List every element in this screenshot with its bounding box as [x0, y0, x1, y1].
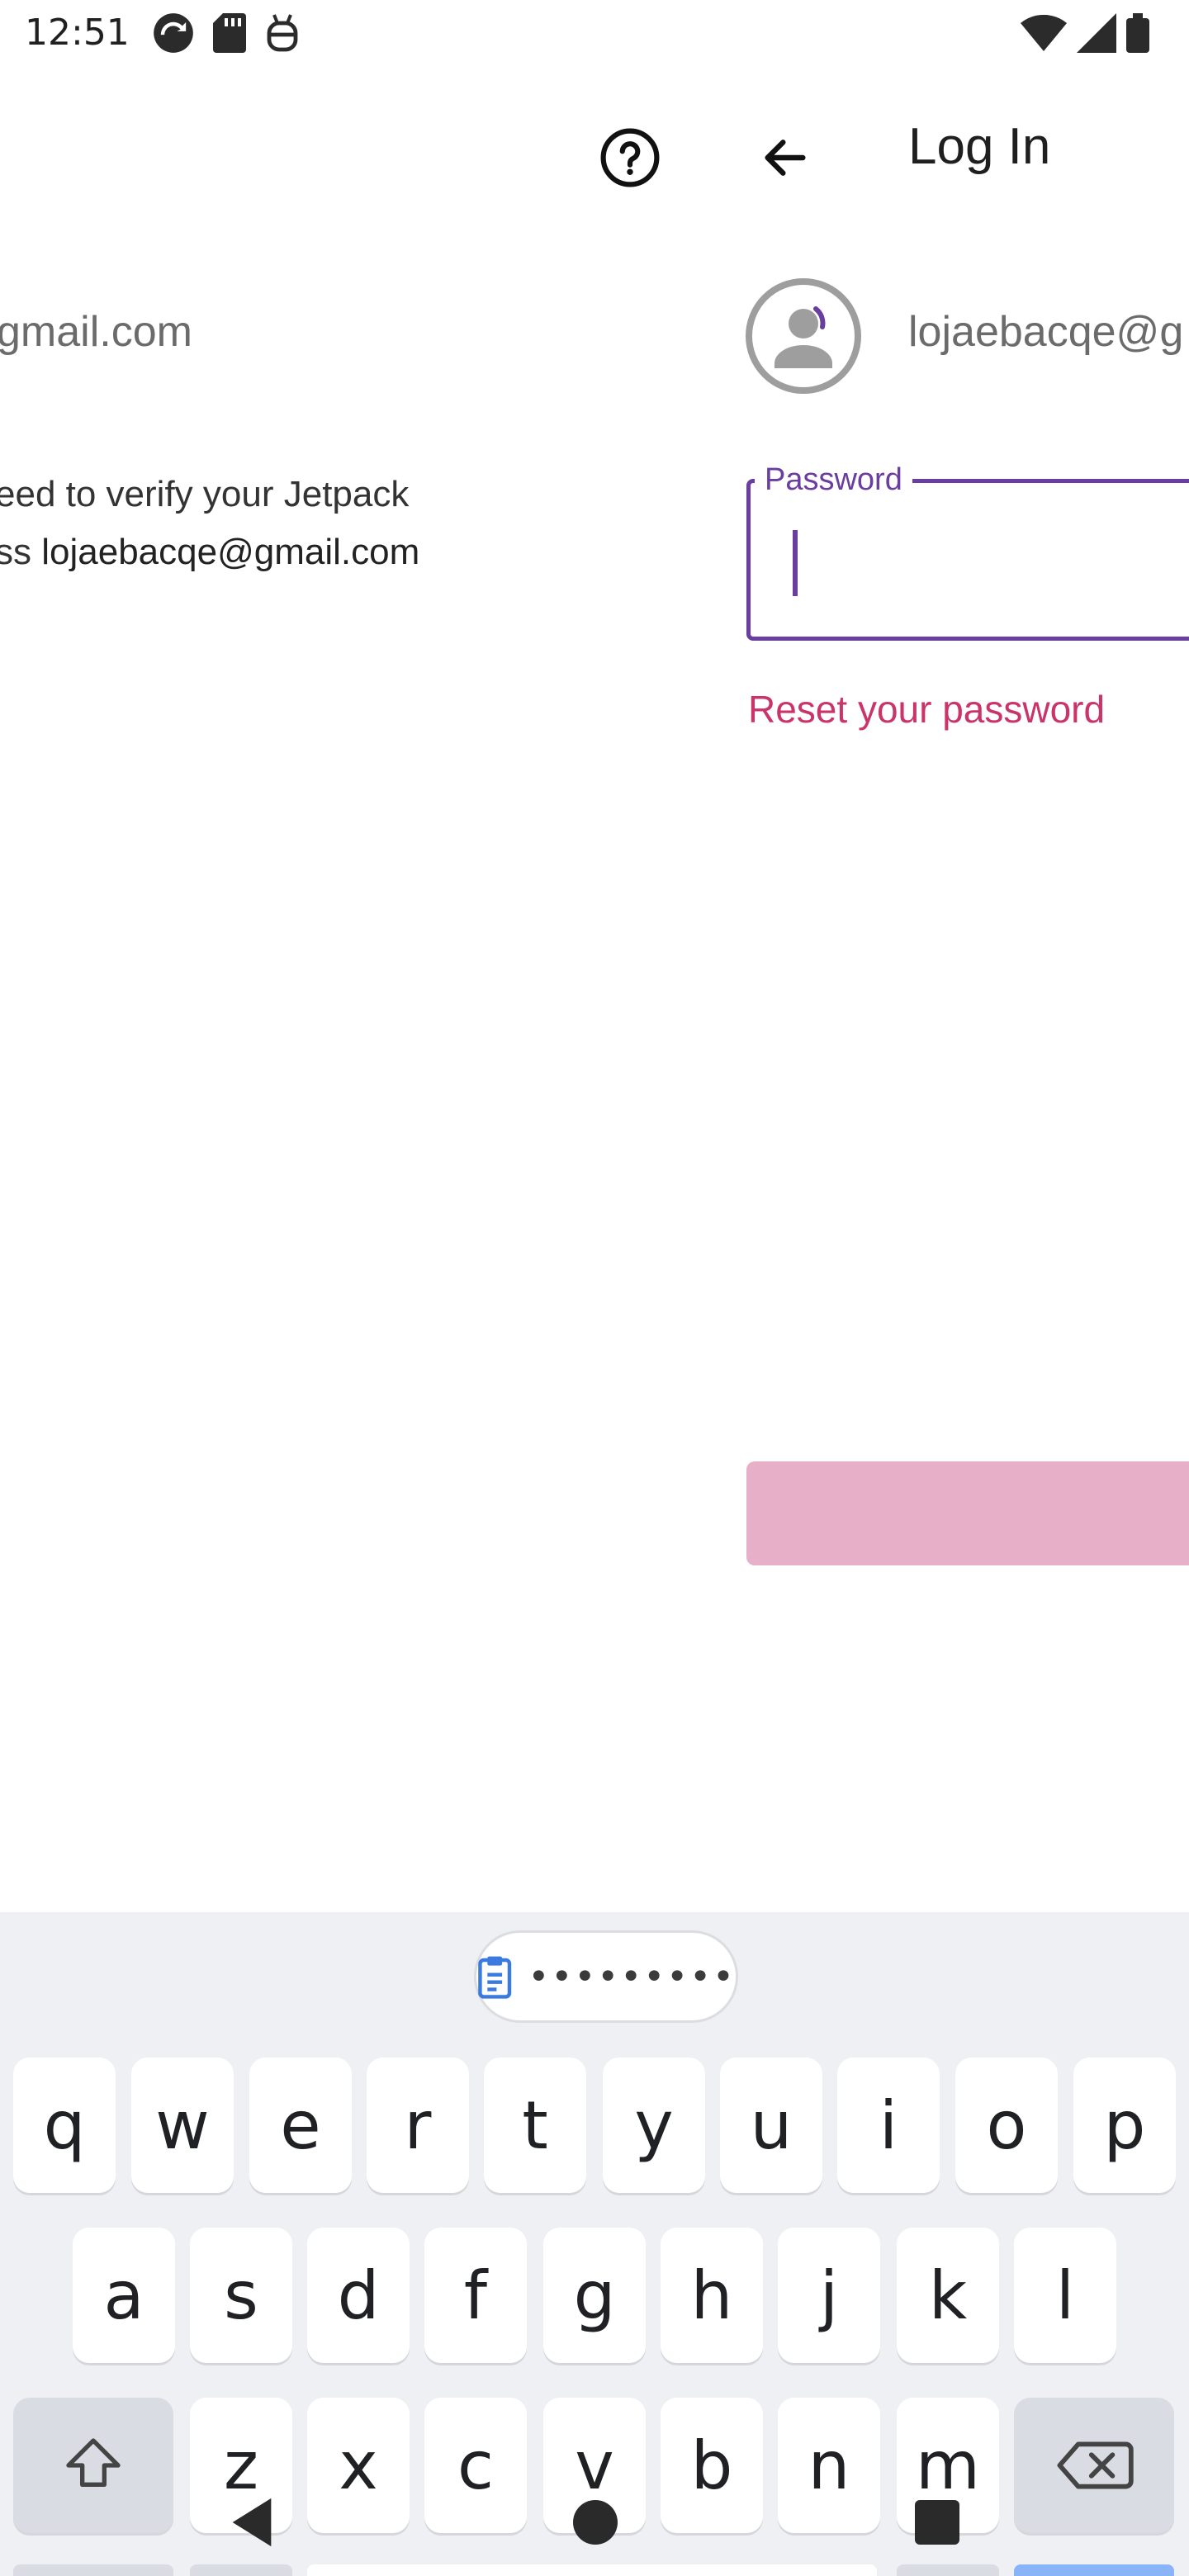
verify-description-line1: eed to verify your Jetpack [0, 474, 410, 514]
system-navigation-bar [0, 2477, 1189, 2576]
status-bar: 12:51 [0, 0, 1189, 71]
bottom-row-key-edge [190, 2564, 292, 2576]
password-field[interactable] [746, 479, 1189, 641]
status-system-icons [1021, 13, 1149, 53]
nav-back-icon[interactable] [223, 2493, 281, 2551]
nav-home-icon[interactable] [573, 2500, 618, 2545]
key-s[interactable]: s [190, 2228, 292, 2363]
status-time: 12:51 [25, 12, 130, 54]
enter-key-edge [1014, 2564, 1174, 2576]
signal-icon [1077, 13, 1116, 53]
reset-password-link[interactable]: Reset your password [748, 687, 1105, 732]
key-j[interactable]: j [778, 2228, 880, 2363]
account-email: lojaebacqe@g [908, 308, 1184, 356]
key-e[interactable]: e [249, 2057, 352, 2193]
key-k[interactable]: k [897, 2228, 999, 2363]
nav-recents-icon[interactable] [915, 2500, 959, 2545]
clipboard-icon [478, 1956, 512, 1999]
sync-icon [154, 13, 193, 53]
key-u[interactable]: u [720, 2057, 822, 2193]
key-r[interactable]: r [367, 2057, 469, 2193]
verify-description-line2: ss lojaebacqe@gmail.com [0, 523, 419, 581]
key-y[interactable]: y [603, 2057, 705, 2193]
back-button[interactable] [750, 122, 821, 193]
key-h[interactable]: h [661, 2228, 763, 2363]
key-l[interactable]: l [1014, 2228, 1116, 2363]
text-caret [793, 530, 798, 596]
verify-description-email: lojaebacqe@gmail.com [41, 532, 420, 572]
space-bar-edge [307, 2564, 877, 2576]
battery-icon [1126, 13, 1149, 53]
bottom-row-key-edge [897, 2564, 999, 2576]
clipboard-suggestion-chip[interactable]: ••••••••• [474, 1930, 738, 2023]
wifi-icon [1021, 15, 1067, 51]
key-q[interactable]: q [13, 2057, 116, 2193]
continue-button[interactable] [746, 1461, 1189, 1565]
previous-screen-panel: gmail.com eed to verify your Jetpack ss … [0, 71, 710, 1912]
clipboard-preview-text: ••••••••• [528, 1955, 736, 1998]
key-g[interactable]: g [543, 2228, 646, 2363]
help-circle-icon [600, 128, 660, 187]
password-label: Password [755, 462, 912, 498]
user-avatar-icon [746, 278, 861, 394]
key-a[interactable]: a [73, 2228, 175, 2363]
page-title: Log In [908, 118, 1051, 175]
help-button[interactable] [594, 122, 666, 193]
verify-description-prefix: ss [0, 532, 31, 572]
key-t[interactable]: t [484, 2057, 586, 2193]
status-notification-icons [152, 12, 301, 54]
login-panel: Log In lojaebacqe@g Password Reset your … [710, 71, 1189, 1912]
key-p[interactable]: p [1073, 2057, 1176, 2193]
key-w[interactable]: w [131, 2057, 234, 2193]
avatar [745, 277, 862, 395]
key-i[interactable]: i [837, 2057, 940, 2193]
email-text: gmail.com [0, 308, 192, 356]
key-f[interactable]: f [424, 2228, 527, 2363]
sd-card-icon [213, 13, 246, 53]
key-d[interactable]: d [307, 2228, 410, 2363]
bottom-row-key-edge [13, 2564, 173, 2576]
arrow-back-icon [765, 140, 806, 176]
android-debug-icon [267, 14, 298, 52]
verify-description: eed to verify your Jetpack ss lojaebacqe… [0, 466, 419, 581]
key-o[interactable]: o [955, 2057, 1058, 2193]
